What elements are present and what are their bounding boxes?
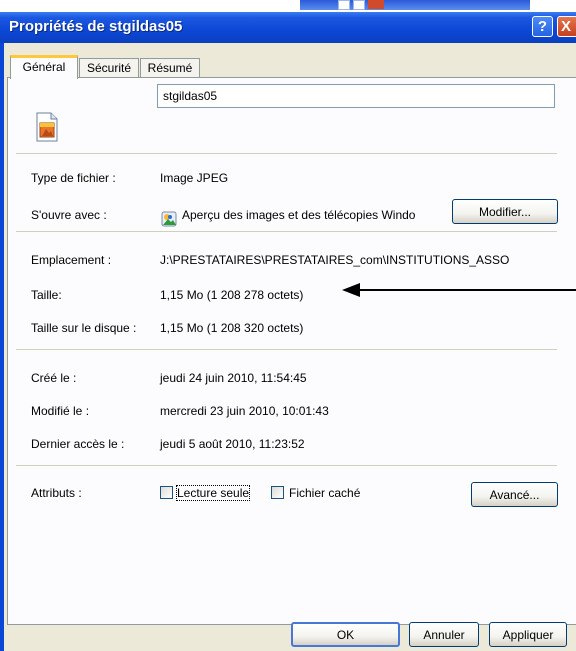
background-maximize-icon (353, 0, 365, 10)
size-value: 1,15 Mo (1 208 278 octets) (160, 288, 304, 302)
separator-1 (16, 153, 557, 154)
close-button[interactable]: X (557, 16, 576, 37)
readonly-checkbox[interactable] (160, 486, 173, 499)
file-type-value: Image JPEG (160, 171, 229, 185)
jpeg-file-icon (36, 112, 58, 142)
apply-button[interactable]: Appliquer (489, 622, 567, 647)
hidden-label[interactable]: Fichier caché (289, 486, 360, 500)
size-on-disk-label: Taille sur le disque : (31, 321, 137, 335)
separator-2 (16, 231, 557, 232)
background-minimize-icon (338, 0, 350, 10)
close-icon: X (561, 18, 572, 35)
accessed-value: jeudi 5 août 2010, 11:23:52 (160, 437, 305, 451)
screen: Propriétés de stgildas05 ? X Général Séc… (0, 0, 576, 651)
help-icon: ? (537, 18, 548, 35)
cancel-button[interactable]: Annuler (409, 622, 479, 647)
modify-button[interactable]: Modifier... (452, 199, 558, 224)
attributes-label: Attributs : (31, 486, 82, 500)
file-name-input[interactable] (157, 84, 555, 108)
tab-summary-label: Résumé (147, 61, 193, 75)
tab-security[interactable]: Sécurité (79, 58, 139, 78)
size-label: Taille: (31, 288, 62, 302)
background-window-strip (0, 0, 576, 12)
tab-summary[interactable]: Résumé (140, 58, 200, 78)
background-close-icon (368, 0, 384, 9)
dialog-client-area: Général Sécurité Résumé (4, 43, 576, 651)
created-label: Créé le : (31, 371, 77, 385)
readonly-label[interactable]: Lecture seule (175, 485, 251, 501)
tab-general-label: Général (22, 60, 66, 74)
opens-with-value: Aperçu des images et des télécopies Wind… (182, 208, 416, 222)
location-value: J:\PRESTATAIRES\PRESTATAIRES_com\INSTITU… (160, 253, 510, 267)
separator-3 (16, 349, 557, 350)
left-arrow-icon (342, 283, 576, 297)
title-bar[interactable]: Propriétés de stgildas05 ? X (0, 12, 576, 43)
separator-4 (16, 465, 557, 466)
image-viewer-icon (161, 211, 177, 227)
modified-label: Modifié le : (31, 404, 90, 418)
properties-dialog: Propriétés de stgildas05 ? X Général Séc… (0, 12, 576, 651)
file-type-label: Type de fichier : (31, 171, 116, 185)
size-on-disk-value: 1,15 Mo (1 208 320 octets) (160, 321, 304, 335)
background-titlebar (300, 0, 530, 10)
advanced-button[interactable]: Avancé... (471, 482, 558, 507)
location-label: Emplacement : (31, 253, 112, 267)
modified-value: mercredi 23 juin 2010, 10:01:43 (160, 404, 329, 418)
tab-general[interactable]: Général (10, 55, 78, 79)
help-button[interactable]: ? (532, 16, 553, 37)
accessed-label: Dernier accès le : (31, 437, 125, 451)
opens-with-label: S'ouvre avec : (31, 208, 107, 222)
general-tab-panel (7, 77, 576, 625)
ok-button[interactable]: OK (291, 622, 400, 647)
window-title: Propriétés de stgildas05 (9, 18, 183, 35)
created-value: jeudi 24 juin 2010, 11:54:45 (160, 371, 307, 385)
tab-security-label: Sécurité (86, 61, 132, 75)
hidden-checkbox[interactable] (271, 486, 284, 499)
